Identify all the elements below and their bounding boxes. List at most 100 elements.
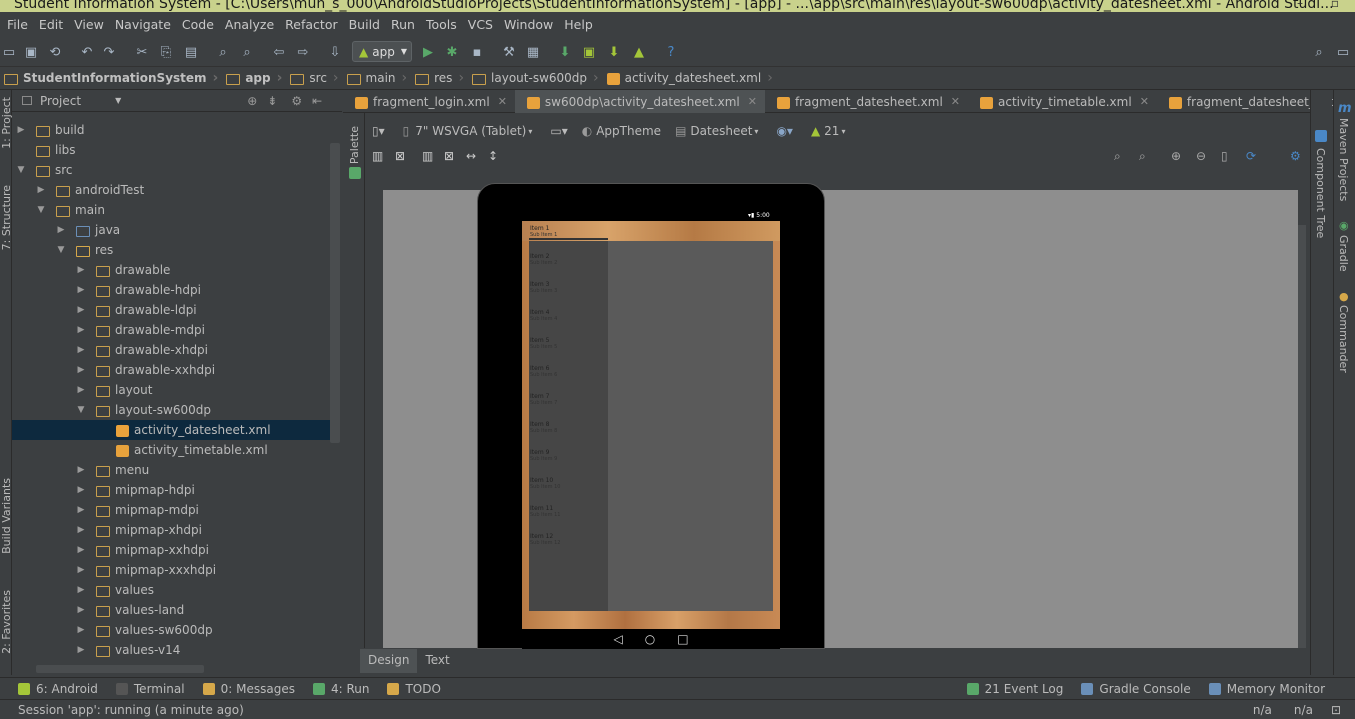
breadcrumb-item[interactable]: layout-sw600dp › bbox=[468, 67, 603, 90]
editor-tab[interactable]: fragment_login.xml ✕ bbox=[343, 90, 515, 113]
tool-window-button[interactable]: 4: Run bbox=[312, 682, 369, 696]
expanded-arrow-icon[interactable]: ▼ bbox=[16, 165, 26, 175]
clear-constraints-icon[interactable]: ⊠ bbox=[444, 149, 454, 163]
collapsed-arrow-icon[interactable]: ▶ bbox=[76, 565, 86, 575]
canvas-vertical-scrollbar[interactable] bbox=[1298, 225, 1306, 648]
menu-analyze[interactable]: Analyze bbox=[220, 17, 280, 32]
tree-item[interactable]: ▶ mipmap-mdpi bbox=[12, 500, 330, 520]
tree-item[interactable]: ▼ res bbox=[12, 240, 330, 260]
sdk-manager-icon[interactable]: ⬇ bbox=[605, 43, 623, 61]
screenshot-icon[interactable]: ▯ bbox=[1221, 149, 1228, 163]
menu-tools[interactable]: Tools bbox=[421, 17, 463, 32]
globe-icon[interactable]: ◉▾ bbox=[776, 124, 793, 138]
tree-item[interactable]: ▶ layout bbox=[12, 380, 330, 400]
breadcrumb-item[interactable]: src › bbox=[286, 67, 342, 90]
avd-manager-icon[interactable]: ▣ bbox=[580, 43, 598, 61]
run-config-select[interactable]: ▲ app ▼ bbox=[352, 41, 412, 62]
menu-refactor[interactable]: Refactor bbox=[280, 17, 343, 32]
tool-window-button[interactable]: 21 Event Log bbox=[966, 682, 1063, 696]
find-icon[interactable]: ⌕ bbox=[214, 43, 232, 61]
recents-nav-icon[interactable]: □ bbox=[677, 632, 688, 646]
back-icon[interactable]: ⇦ bbox=[270, 43, 288, 61]
gradle-sync-icon[interactable]: ⬇ bbox=[556, 43, 574, 61]
collapsed-arrow-icon[interactable]: ▶ bbox=[56, 225, 66, 235]
home-nav-icon[interactable]: ○ bbox=[645, 632, 655, 646]
project-structure-icon[interactable]: ⚒ bbox=[500, 43, 518, 61]
gear-icon[interactable]: ⚙ bbox=[1290, 149, 1301, 163]
zoom-fit-icon[interactable]: ⌕ bbox=[1114, 149, 1121, 164]
menu-navigate[interactable]: Navigate bbox=[110, 17, 177, 32]
tool-window-button[interactable]: 0: Messages bbox=[202, 682, 295, 696]
refresh-icon[interactable]: ⟳ bbox=[1246, 149, 1256, 163]
breadcrumb-item[interactable]: StudentInformationSystem › bbox=[0, 67, 222, 90]
menu-view[interactable]: View bbox=[69, 17, 110, 32]
layout-split-icon[interactable]: ⊠ bbox=[395, 149, 405, 163]
tree-item[interactable]: ▶ mipmap-xhdpi bbox=[12, 520, 330, 540]
collapsed-arrow-icon[interactable]: ▶ bbox=[76, 345, 86, 355]
layout-columns-icon[interactable]: ▥ bbox=[372, 149, 383, 163]
orientation-icon[interactable]: ▭▾ bbox=[550, 124, 567, 138]
tree-item[interactable]: ▼ src bbox=[12, 160, 330, 180]
tab-text[interactable]: Text bbox=[417, 649, 457, 673]
copy-icon[interactable]: ⎘ bbox=[157, 43, 175, 61]
undo-icon[interactable]: ↶ bbox=[78, 43, 96, 61]
palette-tool-button[interactable]: Palette bbox=[348, 126, 361, 164]
collapsed-arrow-icon[interactable]: ▶ bbox=[76, 365, 86, 375]
menu-vcs[interactable]: VCS bbox=[463, 17, 499, 32]
project-vertical-scrollbar[interactable] bbox=[330, 143, 340, 443]
tree-item[interactable]: ▶ drawable bbox=[12, 260, 330, 280]
search-everywhere-icon[interactable]: ⌕ bbox=[1310, 43, 1328, 61]
collapsed-arrow-icon[interactable]: ▶ bbox=[76, 325, 86, 335]
menu-file[interactable]: File bbox=[2, 17, 34, 32]
breadcrumb-item[interactable]: app › bbox=[222, 67, 286, 90]
breadcrumb-item[interactable]: activity_datesheet.xml › bbox=[603, 67, 777, 90]
scroll-from-source-icon[interactable]: ⊕ bbox=[247, 94, 257, 108]
settings-icon[interactable]: ▦ bbox=[524, 43, 542, 61]
chevron-down-icon[interactable]: ▼ bbox=[115, 96, 121, 105]
tree-item[interactable]: ▶ values-land bbox=[12, 600, 330, 620]
expanded-arrow-icon[interactable]: ▼ bbox=[56, 245, 66, 255]
back-nav-icon[interactable]: ◁ bbox=[613, 632, 622, 646]
sidebar-toggle-icon[interactable]: ▭ bbox=[1334, 43, 1352, 61]
collapsed-arrow-icon[interactable]: ▶ bbox=[76, 545, 86, 555]
cut-icon[interactable]: ✂ bbox=[133, 43, 151, 61]
gradle-tool-button[interactable]: Gradle bbox=[1337, 235, 1350, 272]
device-select[interactable]: 7" WSVGA (Tablet) bbox=[415, 124, 526, 138]
redo-icon[interactable]: ↷ bbox=[100, 43, 118, 61]
expand-vertical-icon[interactable]: ↕ bbox=[488, 149, 498, 163]
collapsed-arrow-icon[interactable]: ▶ bbox=[76, 625, 86, 635]
zoom-out-icon[interactable]: ⊖ bbox=[1196, 149, 1206, 163]
save-icon[interactable]: ▣ bbox=[22, 43, 40, 61]
maximize-button[interactable]: ▫ bbox=[1322, 0, 1348, 10]
open-folder-icon[interactable]: ▭ bbox=[0, 43, 18, 61]
close-icon[interactable]: ✕ bbox=[1140, 95, 1149, 108]
forward-icon[interactable]: ⇨ bbox=[294, 43, 312, 61]
tree-item[interactable]: ▶ drawable-mdpi bbox=[12, 320, 330, 340]
minimize-button[interactable]: – bbox=[1287, 0, 1313, 10]
editor-tab[interactable]: fragment_datesheet.xml ✕ bbox=[765, 90, 968, 113]
menu-code[interactable]: Code bbox=[177, 17, 220, 32]
collapsed-arrow-icon[interactable]: ▶ bbox=[76, 265, 86, 275]
api-level-select[interactable]: 21 bbox=[824, 124, 839, 138]
tree-item[interactable]: ▼ layout-sw600dp bbox=[12, 400, 330, 420]
distribute-icon[interactable]: ▥ bbox=[422, 149, 433, 163]
tree-item[interactable]: ▶ drawable-xxhdpi bbox=[12, 360, 330, 380]
tree-item[interactable]: ▼ main bbox=[12, 200, 330, 220]
close-icon[interactable]: ✕ bbox=[951, 95, 960, 108]
close-icon[interactable]: ✕ bbox=[748, 95, 757, 108]
tree-item[interactable]: ▶ mipmap-xxhdpi bbox=[12, 540, 330, 560]
tree-item[interactable]: ▶ drawable-ldpi bbox=[12, 300, 330, 320]
zoom-actual-icon[interactable]: ⌕ bbox=[1139, 149, 1146, 164]
expanded-arrow-icon[interactable]: ▼ bbox=[76, 405, 86, 415]
collapsed-arrow-icon[interactable]: ▶ bbox=[76, 485, 86, 495]
tree-item[interactable]: ▶ values-v14 bbox=[12, 640, 330, 660]
tree-item[interactable]: ▶ values bbox=[12, 580, 330, 600]
collapsed-arrow-icon[interactable]: ▶ bbox=[76, 285, 86, 295]
tool-window-button[interactable]: 6: Android bbox=[18, 682, 98, 696]
design-surface-icon[interactable]: ▯▾ bbox=[372, 124, 385, 138]
menu-edit[interactable]: Edit bbox=[34, 17, 69, 32]
tree-item[interactable]: ▶ values-sw600dp bbox=[12, 620, 330, 640]
breadcrumb-item[interactable]: res › bbox=[411, 67, 468, 90]
tool-window-button[interactable]: TODO bbox=[387, 682, 441, 696]
make-project-icon[interactable]: ⇩ bbox=[326, 43, 344, 61]
